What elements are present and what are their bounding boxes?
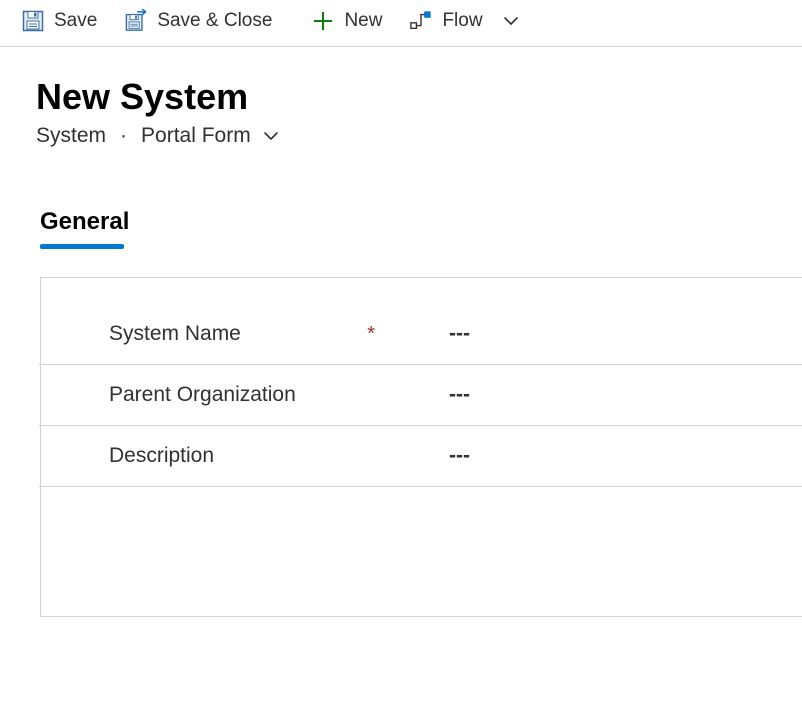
save-icon (22, 10, 44, 32)
field-value: --- (399, 383, 470, 407)
chevron-down-icon (263, 128, 279, 144)
field-system-name[interactable]: System Name * --- (39, 304, 802, 365)
field-label: Description (109, 444, 214, 468)
form-name: Portal Form (141, 124, 251, 148)
field-value: --- (399, 322, 470, 346)
new-label: New (344, 10, 382, 32)
save-label: Save (54, 10, 97, 32)
entity-name: System (36, 124, 106, 148)
field-value: --- (399, 444, 470, 468)
form-header: New System System · Portal Form (0, 47, 802, 156)
page-title: New System (36, 75, 778, 118)
plus-icon (312, 10, 334, 32)
flow-label: Flow (442, 10, 482, 32)
chevron-down-icon (503, 13, 519, 29)
save-button[interactable]: Save (22, 10, 97, 32)
command-bar: Save Save & Close New (0, 0, 802, 47)
flow-button[interactable]: Flow (410, 10, 518, 32)
save-close-icon (125, 10, 147, 32)
save-close-label: Save & Close (157, 10, 272, 32)
new-button[interactable]: New (312, 10, 382, 32)
field-description[interactable]: Description --- (39, 426, 802, 487)
field-parent-organization[interactable]: Parent Organization --- (39, 365, 802, 426)
field-label: System Name (109, 322, 241, 346)
save-close-button[interactable]: Save & Close (125, 10, 272, 32)
form-body: System Name * --- Parent Organization --… (40, 277, 802, 617)
required-indicator: * (367, 323, 375, 346)
form-selector[interactable]: System · Portal Form (36, 124, 778, 148)
tab-general[interactable]: General (40, 208, 129, 246)
flow-icon (410, 10, 432, 32)
tab-list: General (0, 156, 802, 249)
separator-dot: · (120, 124, 127, 148)
field-label: Parent Organization (109, 383, 296, 407)
